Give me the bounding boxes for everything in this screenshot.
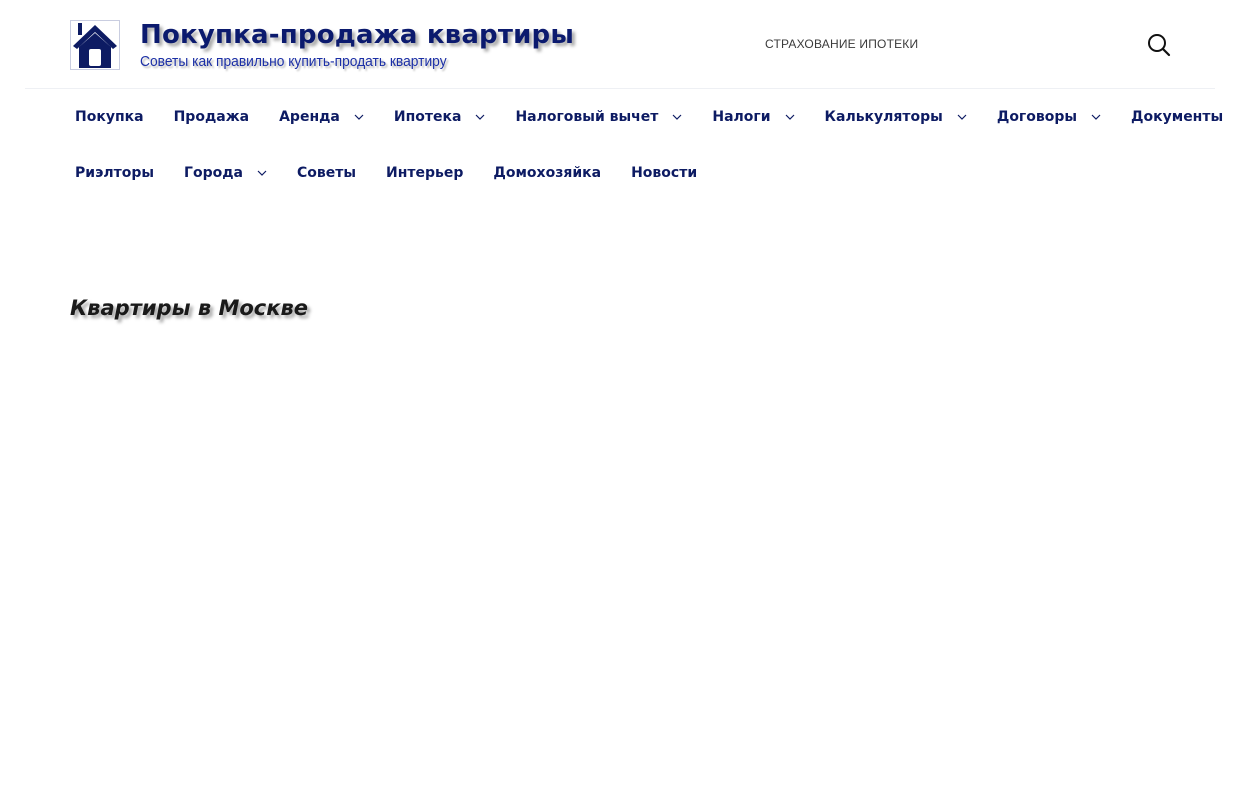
nav-item-label: Риэлторы	[75, 165, 155, 181]
nav-item[interactable]: Риэлторы	[60, 145, 169, 201]
nav-item-label: Интерьер	[386, 165, 464, 181]
page-heading: Квартиры в Москве	[70, 296, 309, 320]
search-button[interactable]	[1147, 33, 1171, 57]
nav-item[interactable]: Договоры	[982, 89, 1116, 145]
site-subtitle: Советы как правильно купить-продать квар…	[140, 53, 447, 70]
house-icon	[70, 20, 120, 70]
nav-item-label: Ипотека	[393, 109, 462, 125]
nav-item-label: Налоги	[712, 109, 771, 125]
nav-item-label: Документы	[1131, 109, 1224, 125]
main-nav-row-2: Риэлторы Города Советы Интерьер Домохозяйка Н…	[60, 145, 712, 201]
site-logo[interactable]	[70, 20, 120, 70]
chevron-down-icon	[257, 170, 267, 176]
nav-item-label: Договоры	[996, 109, 1078, 125]
nav-item[interactable]: Аренда	[264, 89, 379, 145]
chevron-down-icon	[354, 114, 364, 120]
nav-item-label: Новости	[631, 165, 698, 181]
site-title[interactable]: Покупка-продажа квартиры	[140, 20, 574, 50]
search-icon	[1148, 34, 1171, 57]
nav-item[interactable]: Калькуляторы	[810, 89, 982, 145]
site-header: Покупка-продажа квартиры Советы как прав…	[25, 0, 1215, 89]
chevron-down-icon	[476, 114, 485, 120]
nav-item[interactable]: Советы	[282, 145, 371, 201]
nav-item[interactable]: Города	[169, 145, 282, 201]
chevron-down-icon	[785, 114, 794, 120]
nav-item[interactable]: Налоговый вычет	[500, 89, 697, 145]
nav-item[interactable]: Интерьер	[371, 145, 478, 201]
nav-item[interactable]: Продажа	[159, 89, 265, 145]
nav-item-label: Домохозяйка	[493, 165, 602, 181]
nav-item[interactable]: Новости	[616, 145, 712, 201]
nav-item-label: Калькуляторы	[824, 109, 943, 125]
nav-item-label: Продажа	[173, 109, 250, 125]
nav-item[interactable]: Покупка	[60, 89, 159, 145]
main-nav-row-1: Покупка Продажа Аренда Ипотека Налоговый выч…	[60, 89, 1238, 145]
mortgage-insurance-link[interactable]: СТРАХОВАНИЕ ИПОТЕКИ	[765, 37, 918, 51]
nav-item-label: Покупка	[75, 109, 144, 125]
nav-item[interactable]: Документы	[1116, 89, 1238, 145]
nav-item-label: Города	[184, 165, 243, 181]
nav-item-label: Советы	[296, 165, 357, 181]
chevron-down-icon	[1091, 114, 1101, 120]
nav-item[interactable]: Налоги	[697, 89, 809, 145]
nav-item-label: Аренда	[279, 109, 340, 125]
chevron-down-icon	[672, 114, 682, 120]
nav-item[interactable]: Ипотека	[379, 89, 501, 145]
nav-item[interactable]: Домохозяйка	[478, 145, 616, 201]
chevron-down-icon	[957, 114, 967, 120]
nav-item-label: Налоговый вычет	[515, 109, 659, 125]
